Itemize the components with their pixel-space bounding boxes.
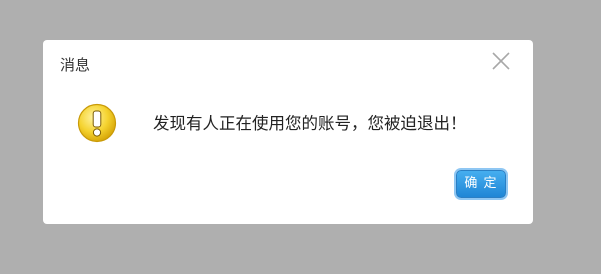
dialog-message: 发现有人正在使用您的账号，您被迫退出！ [153, 114, 467, 133]
close-icon[interactable] [491, 51, 511, 71]
message-dialog: 消息 发现有人正在使用您的账号，您被迫退出！ 确 定 [43, 40, 533, 224]
dialog-title: 消息 [60, 56, 91, 74]
warning-icon [77, 103, 117, 143]
confirm-button[interactable]: 确 定 [456, 170, 506, 198]
